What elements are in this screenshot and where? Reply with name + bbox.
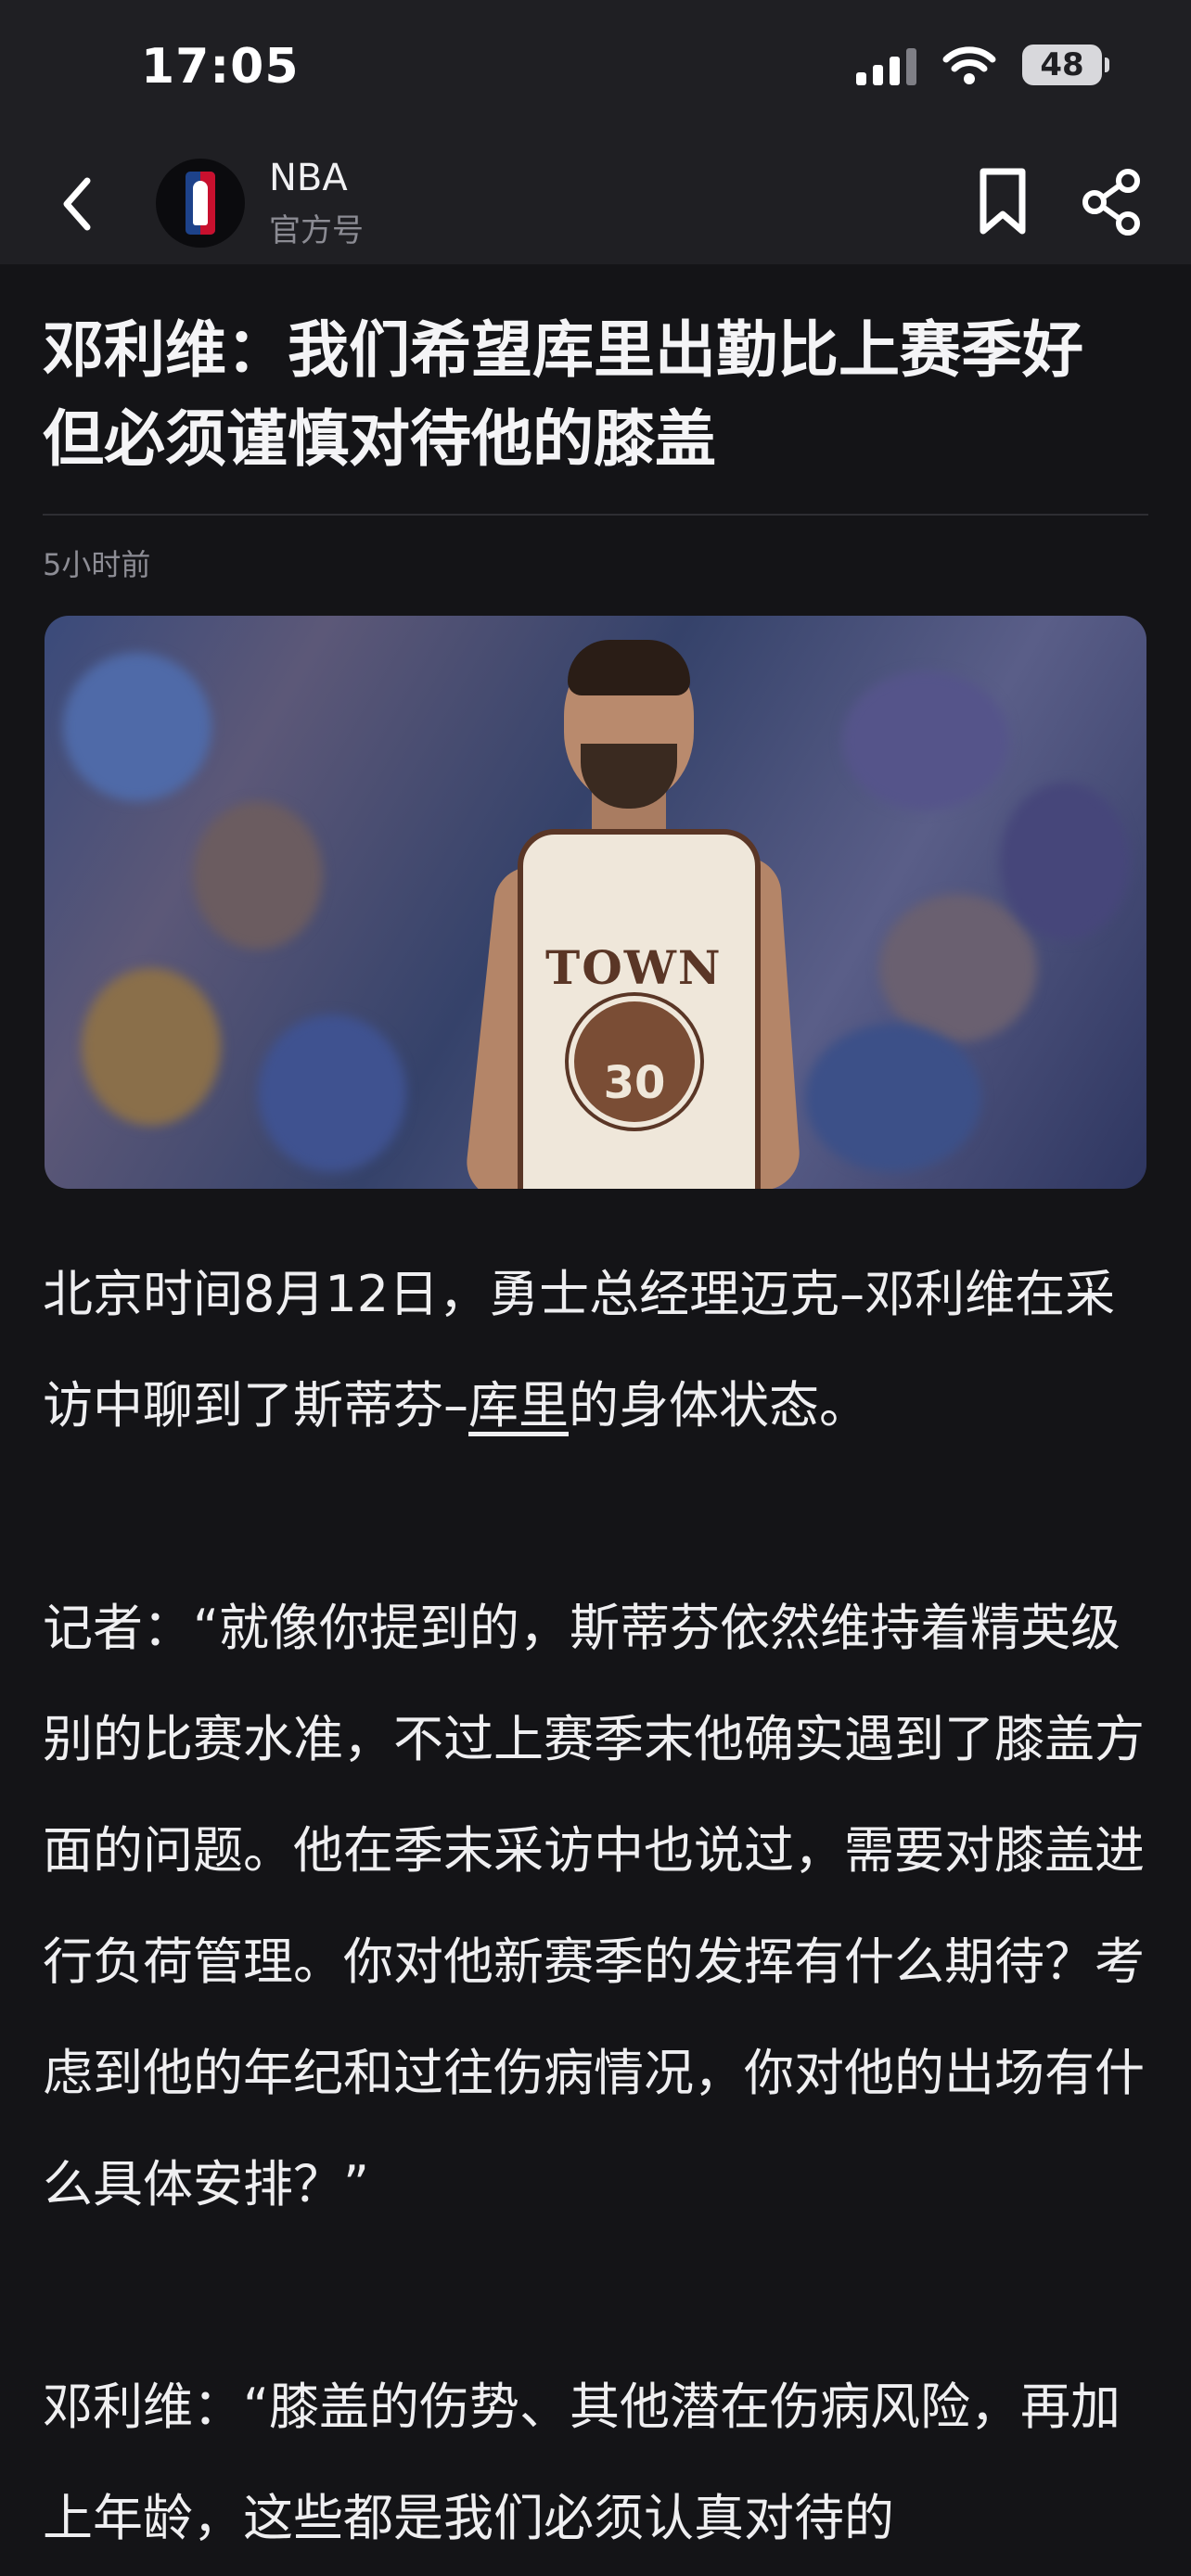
account-subtitle: 官方号 [269,212,364,249]
paragraph-2: 记者：“就像你提到的，斯蒂芬依然维持着精英级别的比赛水准，不过上赛季末他确实遇到… [43,1599,1145,2213]
battery-icon: 48 [1022,45,1109,85]
cellular-signal-icon [856,45,916,85]
article-photo[interactable]: TOWN 30 [45,616,1146,1189]
battery-level: 48 [1040,46,1084,83]
account-name[interactable]: NBA [269,157,348,199]
status-indicators: 48 [856,45,1109,85]
nav-bar: NBA 官方号 [0,153,1191,255]
player-figure: TOWN 30 [463,634,802,1189]
nba-logo-icon [186,172,215,235]
article-timestamp: 5小时前 [43,547,151,582]
jersey-emblem: 30 [565,992,704,1131]
paragraph-3: 邓利维：“膝盖的伤势、其他潜在伤病风险，再加上年龄，这些都是我们必须认真对待的 [43,2378,1121,2547]
wifi-icon [942,46,996,84]
bookmark-icon[interactable] [974,166,1031,238]
paragraph-1: 北京时间8月12日，勇士总经理迈克–邓利维在采访中聊到了斯蒂芬–库里的身体状态。 [43,1239,1152,1461]
nba-avatar[interactable] [156,159,245,248]
jersey-town-text: TOWN [545,940,723,995]
back-icon[interactable] [52,172,104,236]
curry-link[interactable]: 库里 [468,1376,569,1435]
share-icon[interactable] [1082,168,1145,236]
jersey-number: 30 [603,1057,666,1109]
paragraph-1-end: 的身体状态。 [569,1376,869,1435]
article-body: 北京时间8月12日，勇士总经理迈克–邓利维在采访中聊到了斯蒂芬–库里的身体状态。… [43,1239,1152,2574]
status-time: 17:05 [141,39,300,95]
divider [43,514,1148,516]
top-bar: 17:05 48 NBA 官方号 [0,0,1191,264]
article-title: 邓利维：我们希望库里出勤比上赛季好 但必须谨慎对待他的膝盖 [43,314,1083,475]
